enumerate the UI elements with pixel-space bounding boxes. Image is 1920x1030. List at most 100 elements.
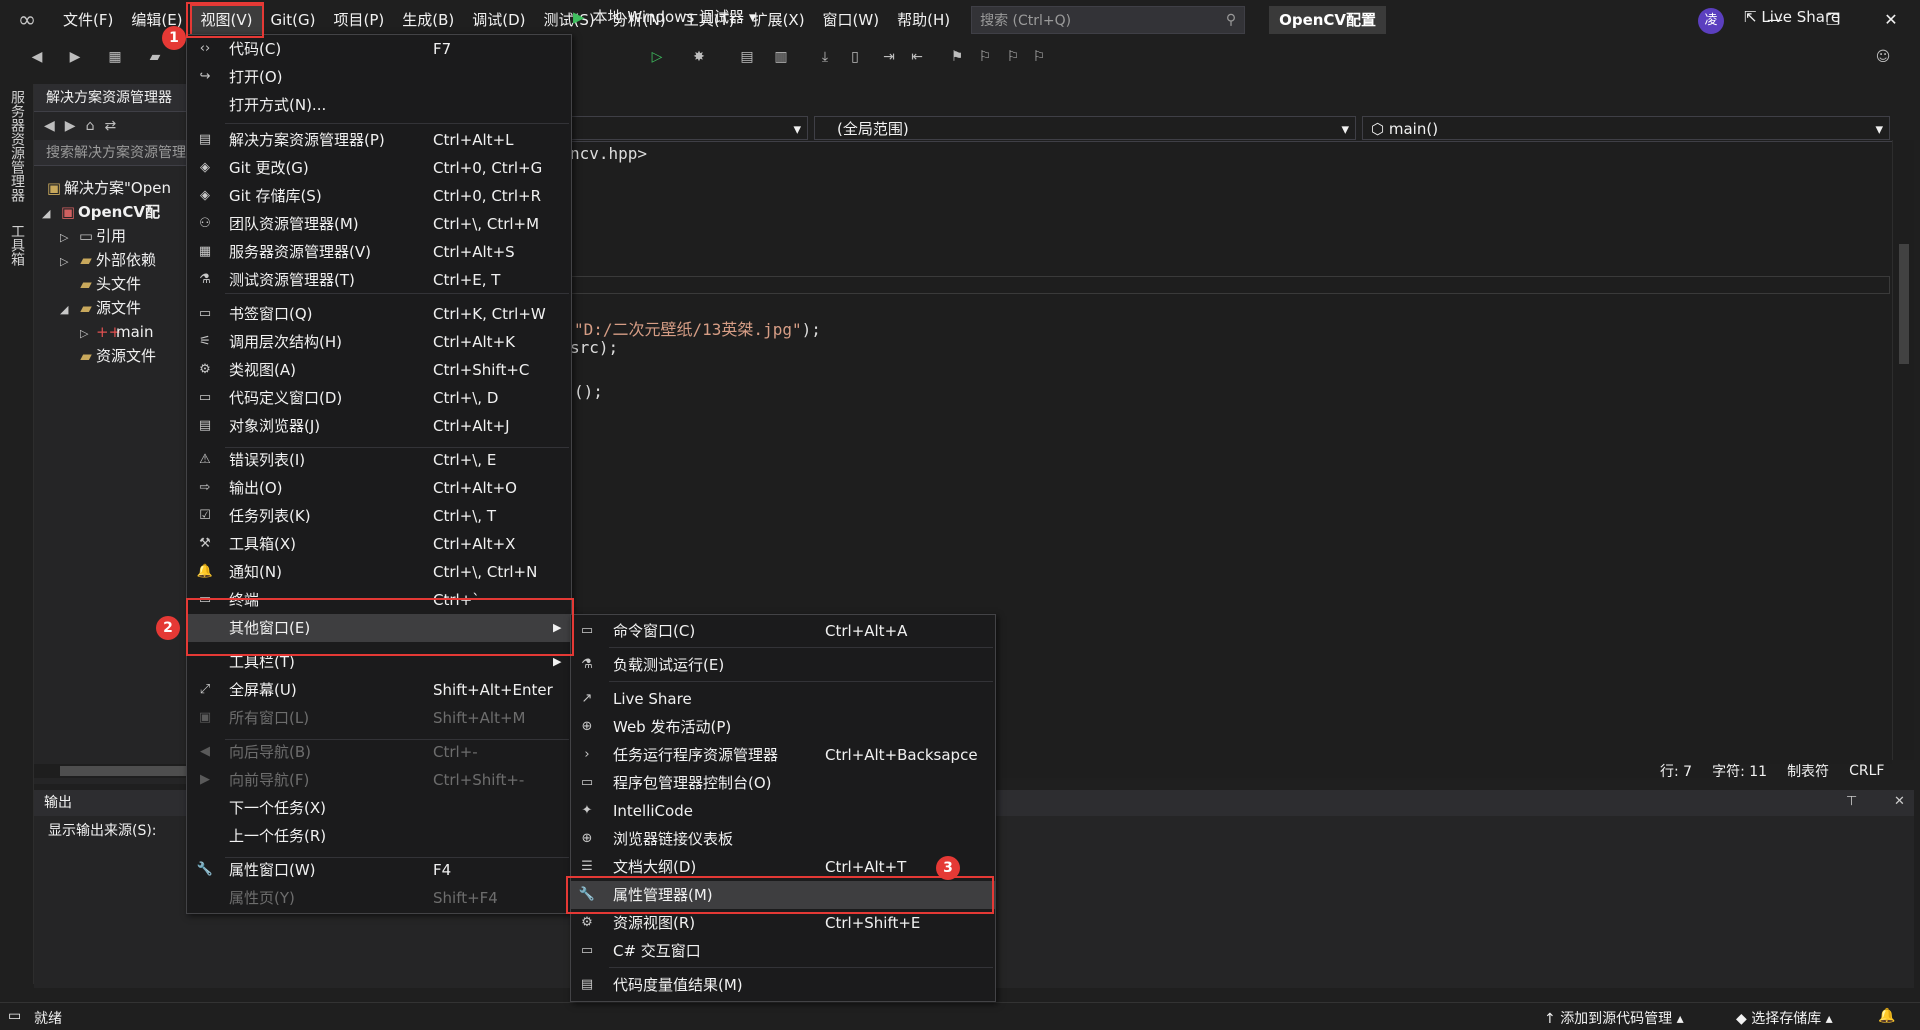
menu-item-shortcut: Ctrl+Alt+S [433,243,515,261]
view-menu-item[interactable]: ⚗ 测试资源管理器(T) Ctrl+E, T [187,266,571,294]
select-repo-button[interactable]: ◆ 选择存储库 ▴ [1736,1008,1833,1028]
user-avatar[interactable]: 凌 [1698,8,1724,34]
view-menu-item[interactable]: ▤ 解决方案资源管理器(P) Ctrl+Alt+L [187,126,571,154]
toolbox-tab[interactable]: 工具箱 [7,224,27,266]
tree-item-resource-files[interactable]: ▰ 资源文件 [76,344,156,368]
view-menu-item[interactable]: ‹› 代码(C) F7 [187,35,571,63]
bookmark-next-icon[interactable]: ⚐ [1004,48,1022,66]
view-menu-item[interactable]: ◈ Git 存储库(S) Ctrl+0, Ctrl+R [187,182,571,210]
view-menu-item[interactable]: ↪ 打开(O) [187,63,571,91]
view-menu-item[interactable]: ▭ 书签窗口(Q) Ctrl+K, Ctrl+W [187,300,571,328]
other-windows-item[interactable]: ▭ C# 交互窗口 [571,937,995,965]
view-menu-item[interactable]: ⚠ 错误列表(I) Ctrl+\, E [187,446,571,474]
editor-vertical-scrollbar[interactable] [1892,140,1914,760]
menu-build[interactable]: 生成(B) [393,6,463,34]
tree-item-source-files[interactable]: ◢ ▰ 源文件 [60,296,141,320]
bookmark-prev-icon[interactable]: ⚐ [976,48,994,66]
notification-bell-icon[interactable]: 🔔 [1878,1008,1895,1024]
indent-icon[interactable]: ⇥ [880,48,898,66]
tab-indicator[interactable]: 制表符 [1787,761,1829,781]
menu-separator [609,967,993,968]
menu-debug[interactable]: 调试(D) [463,6,534,34]
new-project-icon[interactable]: ▦ [106,48,124,66]
view-menu-item[interactable]: ⤢ 全屏幕(U) Shift+Alt+Enter [187,676,571,704]
project-dropdown[interactable]: ▾ [564,116,808,140]
menu-item-shortcut: Ctrl+\, T [433,507,497,525]
other-windows-item[interactable]: ▭ 命令窗口(C) Ctrl+Alt+A [571,617,995,645]
tree-item-project[interactable]: ◢ ▣ OpenCV配 [42,200,160,224]
other-windows-item[interactable]: ⚗ 负载测试运行(E) [571,651,995,679]
menu-help[interactable]: 帮助(H) [888,6,959,34]
back-icon[interactable]: ◀ [44,118,55,134]
view-menu-item[interactable]: ☑ 任务列表(K) Ctrl+\, T [187,502,571,530]
feedback-icon[interactable]: ☺ [1874,48,1892,66]
view-menu-item[interactable]: ▦ 服务器资源管理器(V) Ctrl+Alt+S [187,238,571,266]
forward-icon[interactable]: ▶ [65,118,76,134]
view-menu-item[interactable]: ⚇ 团队资源管理器(M) Ctrl+\, Ctrl+M [187,210,571,238]
other-windows-item[interactable]: ✦ IntelliCode [571,797,995,825]
open-folder-icon[interactable]: ▰ [146,48,164,66]
view-menu-item[interactable]: ⇨ 输出(O) Ctrl+Alt+O [187,474,571,502]
tree-item-solution[interactable]: ▣ 解决方案"Open [44,176,171,200]
start-debugger-button[interactable]: ▶ 本地 Windows 调试器 ▾ [573,6,756,28]
char-indicator[interactable]: 字符: 11 [1712,761,1767,781]
other-windows-item[interactable]: ▭ 程序包管理器控制台(O) [571,769,995,797]
tree-label: 头文件 [96,275,142,293]
browse-folder-icon[interactable]: ▤ [738,48,756,66]
other-windows-item[interactable]: ⊕ Web 发布活动(P) [571,713,995,741]
annotation-box-other-windows [186,598,574,656]
scroll-thumb[interactable] [1899,244,1909,364]
menu-file[interactable]: 文件(F) [54,6,122,34]
add-source-control-button[interactable]: ↑ 添加到源代码管理 ▴ [1544,1008,1684,1028]
close-panel-icon[interactable]: ✕ [1894,794,1905,809]
bookmark-clear-icon[interactable]: ⚐ [1030,48,1048,66]
other-windows-item[interactable]: ⊕ 浏览器链接仪表板 [571,825,995,853]
view-menu-item[interactable]: 🔔 通知(N) Ctrl+\, Ctrl+N [187,558,571,586]
switch-view-icon[interactable]: ⇄ [104,118,116,134]
menu-window[interactable]: 窗口(W) [814,6,889,34]
scope-dropdown[interactable]: (全局范围) ▾ [814,116,1356,140]
horizontal-scroll-thumb[interactable] [60,766,190,776]
menu-item-label: 工具箱(X) [229,535,296,553]
outdent-icon[interactable]: ⇤ [908,48,926,66]
tree-item-main[interactable]: ▷ ++main [80,320,153,344]
back-icon[interactable]: ◀ [28,48,46,66]
forward-icon[interactable]: ▶ [66,48,84,66]
view-menu-item[interactable]: ▭ 代码定义窗口(D) Ctrl+\, D [187,384,571,412]
solution-icon: ▣ [46,179,62,197]
solution-explorer-search[interactable]: 搜索解决方案资源管理 [34,140,186,166]
search-input[interactable]: 搜索 (Ctrl+Q) ⚲ [971,6,1246,34]
view-menu-item[interactable]: ⚒ 工具箱(X) Ctrl+Alt+X [187,530,571,558]
tree-item-references[interactable]: ▷ ▭ 引用 [60,224,126,248]
view-menu-item[interactable]: ▤ 对象浏览器(J) Ctrl+Alt+J [187,412,571,440]
layout-icon[interactable]: ▥ [772,48,790,66]
other-windows-item[interactable]: ▤ 代码度量值结果(M) [571,971,995,999]
other-windows-item[interactable]: › 任务运行程序资源管理器 Ctrl+Alt+Backsapce [571,741,995,769]
bookmark-icon[interactable]: ⚑ [948,48,966,66]
view-menu-item[interactable]: 下一个任务(X) [187,794,571,822]
view-menu-item[interactable]: ⚟ 调用层次结构(H) Ctrl+Alt+K [187,328,571,356]
live-share-button[interactable]: ⇱ Live Share [1744,8,1840,26]
view-menu-item[interactable]: 上一个任务(R) [187,822,571,850]
start-without-debug-icon[interactable]: ▷ [648,48,666,66]
menu-git[interactable]: Git(G) [262,6,325,34]
home-icon[interactable]: ⌂ [86,118,95,134]
step-icon[interactable]: ⤓ [816,48,834,66]
close-icon[interactable]: ✕ [1862,0,1920,40]
view-menu-item[interactable]: ⚙ 类视图(A) Ctrl+Shift+C [187,356,571,384]
menu-project[interactable]: 项目(P) [325,6,394,34]
tree-item-header-files[interactable]: ▰ 头文件 [76,272,141,296]
pin-icon[interactable]: ⊤ [1846,794,1857,809]
view-menu-item[interactable]: ◈ Git 更改(G) Ctrl+0, Ctrl+G [187,154,571,182]
hot-reload-icon[interactable]: ✸ [690,48,708,66]
view-menu-item[interactable]: 打开方式(N)... [187,91,571,119]
eol-indicator[interactable]: CRLF [1849,763,1884,779]
server-explorer-tab[interactable]: 服务器资源管理器 [7,90,27,202]
tree-item-external-deps[interactable]: ▷ ▰ 外部依赖 [60,248,156,272]
format-icon[interactable]: ▯ [846,48,864,66]
line-indicator[interactable]: 行: 7 [1660,761,1692,781]
play-icon: ▶ [573,8,585,26]
view-menu-item[interactable]: 🔧 属性窗口(W) F4 [187,856,571,884]
other-windows-item[interactable]: ↗ Live Share [571,685,995,713]
function-dropdown[interactable]: ⬡ main() ▾ [1362,116,1890,140]
